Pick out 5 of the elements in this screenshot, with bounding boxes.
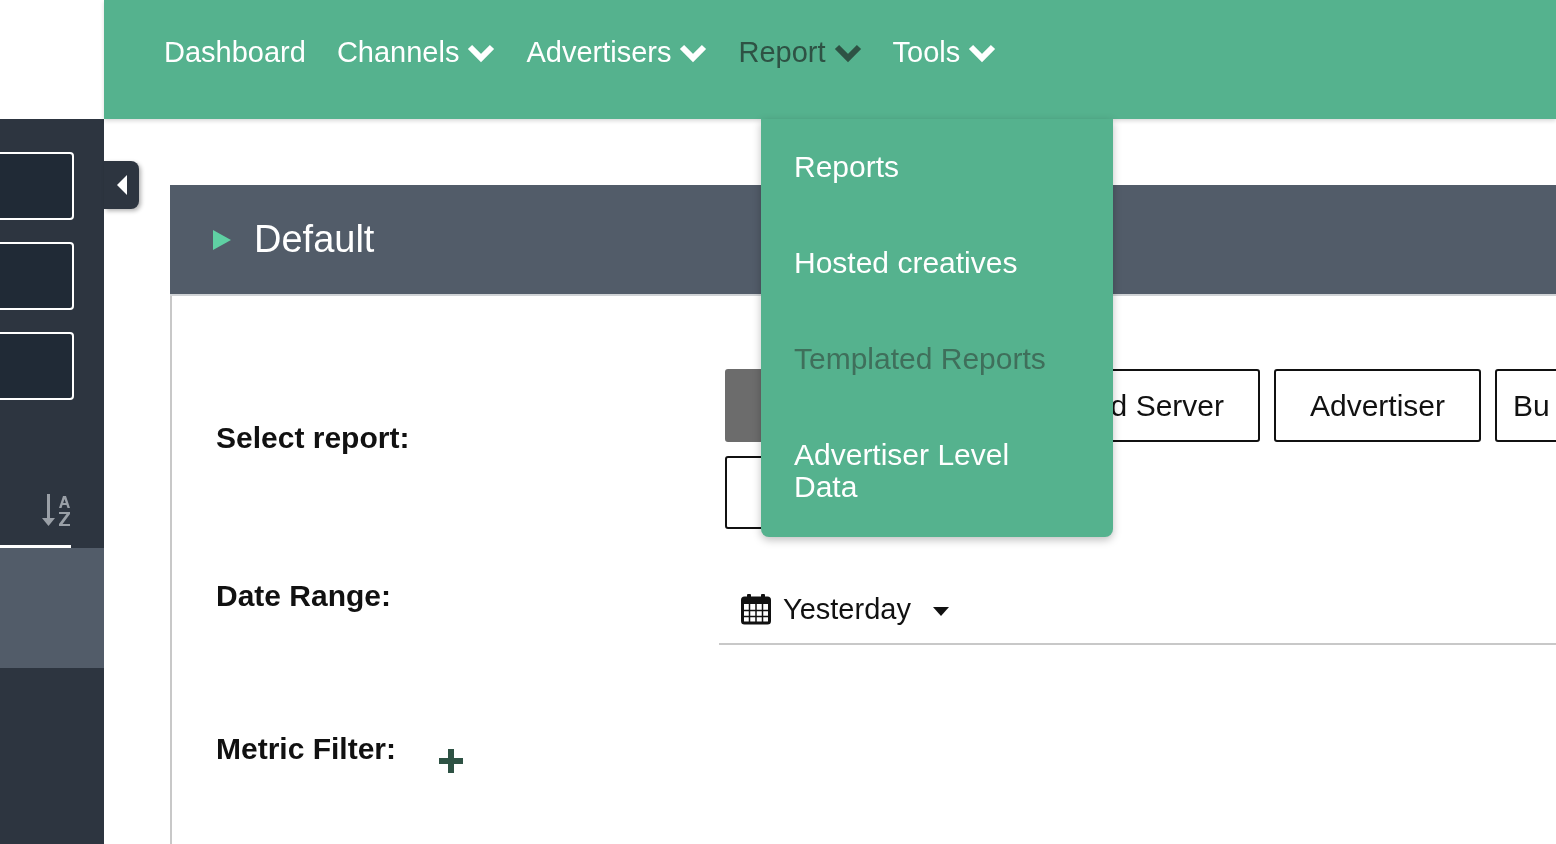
panel-title: Default [254,218,375,261]
field-label: Date Range: [216,579,392,613]
field-label: Metric Filter: [216,732,397,766]
field-label: Select report: [216,421,410,455]
date-range-value: Yesterday [783,593,911,626]
